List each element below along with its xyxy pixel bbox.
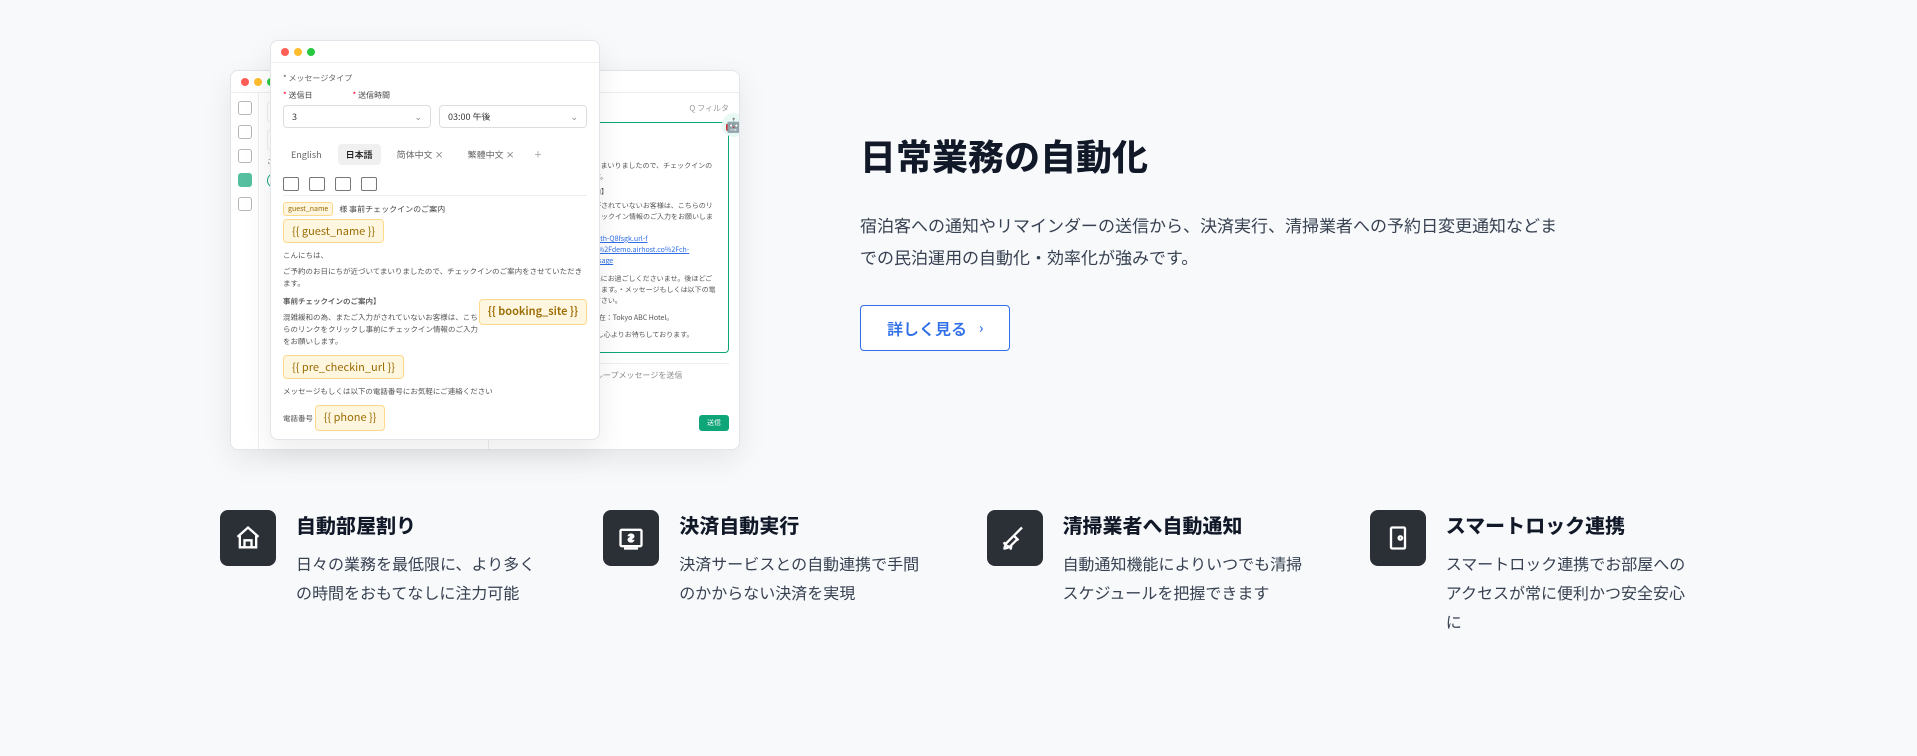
body-closing: それでは、 [283,438,587,439]
sidebar-icon [238,149,252,163]
payment-icon [603,510,659,566]
feature-desc: 自動通知機能によりいつでも清掃スケジュールを把握できます [1063,549,1314,607]
subject-value: 様 事前チェックインのご案内 [339,204,445,215]
cta-button[interactable]: 詳しく見る › [860,305,1010,351]
send-button: 送信 [699,415,729,431]
toolbar-icon [361,177,377,191]
feature-auto-payment: 決済自動実行 決済サービスとの自動連携で手間のかからない決済を実現 [603,510,930,635]
msg-type-label: メッセージタイプ [289,73,353,84]
sidebar-icon-active [238,173,252,187]
send-date-label: 送信日 [283,90,313,101]
body-section-title: 事前チェックインのご案内】 [283,296,381,307]
inline-tag: guest_name [283,202,333,216]
hero-description: 宿泊客への通知やリマインダーの送信から、決済実行、清掃業者への予約日変更通知など… [860,209,1560,274]
features-row: 自動部屋割り 日々の業務を最低限に、より多くの時間をおもてなしに注力可能 決済自… [0,450,1917,635]
broom-icon [987,510,1043,566]
feature-desc: スマートロック連携でお部屋へのアクセスが常に便利かつ安全安心に [1446,549,1697,635]
sidebar-icon [238,197,252,211]
feature-title: 決済自動実行 [679,510,930,539]
template-tag-pre-checkin-url: {{ pre_checkin_url }} [283,355,404,379]
lang-tab: 繁體中文 × [460,144,523,165]
chevron-right-icon: › [979,318,983,338]
send-time-value: 03:00 午後 [448,110,491,123]
body-line: ご予約のお日にちが近づいてまいりましたので、チェックインのご案内をさせていただき… [283,266,587,290]
lang-tab-active: 日本語 [338,144,381,165]
hero-text: 日常業務の自動化 宿泊客への通知やリマインダーの送信から、決済実行、清掃業者への… [860,129,1560,352]
toolbar-icon [335,177,351,191]
send-time-select: 03:00 午後 ⌄ [439,105,587,128]
send-date-select: 3 ⌄ [283,105,431,128]
body-phone-label: 電話番号 [283,413,313,424]
toolbar-icon [283,177,299,191]
hero-title: 日常業務の自動化 [860,129,1560,181]
window-dot-yellow [294,48,302,56]
house-icon [220,510,276,566]
chevron-down-icon: ⌄ [414,110,422,123]
send-date-value: 3 [292,110,297,123]
body-line: メッセージもしくは以下の電話番号にお気軽にご連絡ください [283,386,587,398]
template-tag-phone: {{ phone }} [315,405,386,431]
lang-tab: English [283,144,330,165]
toolbar-icon [309,177,325,191]
window-dot-red [281,48,289,56]
robot-icon: 🤖 [722,113,740,137]
feature-smart-lock: スマートロック連携 スマートロック連携でお部屋へのアクセスが常に便利かつ安全安心… [1370,510,1697,635]
template-tag-booking-site: {{ booking_site }} [479,299,587,325]
hero-visual: 予約確認時に予約された場合は送信しないでください 支払い後に送信 これらのOTA… [120,30,760,450]
feature-title: 自動部屋割り [296,510,547,539]
door-lock-icon [1370,510,1426,566]
sidebar [231,93,259,449]
window-dot-green [307,48,315,56]
feature-cleaner-notify: 清掃業者へ自動通知 自動通知機能によりいつでも清掃スケジュールを把握できます [987,510,1314,635]
send-time-label: 送信時間 [353,90,391,101]
editor-toolbar [283,171,587,196]
feature-desc: 日々の業務を最低限に、より多くの時間をおもてなしに注力可能 [296,549,547,607]
template-tag-guest-name: {{ guest_name }} [283,219,384,243]
hero-section: 予約確認時に予約された場合は送信しないでください 支払い後に送信 これらのOTA… [0,0,1917,450]
window-dot-red [241,78,249,86]
feature-title: 清掃業者へ自動通知 [1063,510,1314,539]
lang-tab: 简体中文 × [389,144,452,165]
window-chrome [271,41,599,63]
action-send-group: グループメッセージを送信 [587,370,682,381]
sidebar-icon [238,101,252,115]
language-tabs: English 日本語 简体中文 × 繁體中文 × + [283,138,587,171]
add-language-icon: + [531,146,546,163]
window-dot-yellow [254,78,262,86]
feature-title: スマートロック連携 [1446,510,1697,539]
cta-label: 詳しく見る [887,316,967,340]
chevron-down-icon: ⌄ [570,110,578,123]
body-greeting: こんにちは、 [283,250,587,262]
feature-auto-room-assign: 自動部屋割り 日々の業務を最低限に、より多くの時間をおもてなしに注力可能 [220,510,547,635]
feature-desc: 決済サービスとの自動連携で手間のかからない決済を実現 [679,549,930,607]
app-window-foreground: * メッセージタイプ 送信日 送信時間 3 ⌄ 03:00 午後 ⌄ [270,40,600,440]
sidebar-icon [238,125,252,139]
